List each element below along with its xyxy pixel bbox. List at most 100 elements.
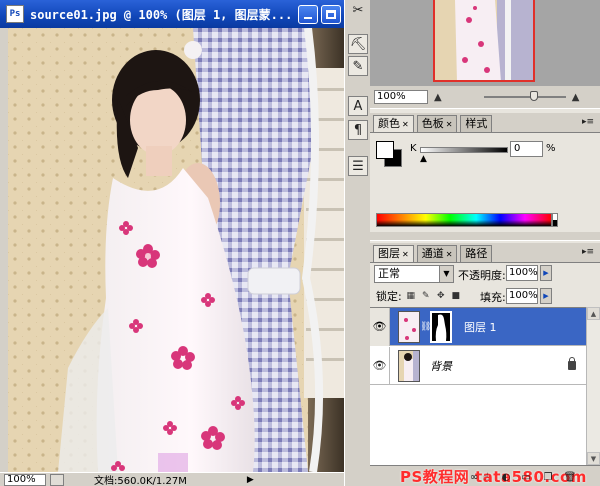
new-layer-icon[interactable]: ❐ — [542, 471, 554, 483]
minimize-button[interactable] — [298, 4, 318, 24]
background-thumb-image — [399, 350, 419, 381]
hand-cursor-icon: ☝ — [482, 471, 490, 483]
stamp-icon[interactable]: ⛏ — [348, 34, 368, 54]
zoom-slider-knob[interactable] — [529, 91, 538, 101]
layer-1-thumbnail[interactable] — [398, 310, 420, 343]
layer-list: 👁 ⛓ 图层 1 👁 背景 — [370, 307, 586, 465]
layer-row-background[interactable]: 👁 背景 — [370, 346, 586, 385]
tab-swatches[interactable]: 色板 ✕ — [416, 115, 458, 132]
link-column — [390, 308, 396, 346]
k-channel-slider[interactable] — [420, 147, 508, 153]
layer-name[interactable]: 图层 1 — [464, 319, 497, 335]
layer-list-scrollbar[interactable]: ▲ ▼ — [586, 307, 600, 465]
lock-icon — [568, 357, 576, 370]
zoom-out-mountain-icon[interactable]: ▲ — [434, 92, 442, 103]
notes-icon[interactable]: ☰ — [348, 156, 368, 176]
navigator-zoom-slider[interactable] — [483, 91, 566, 101]
panel-menu-icon[interactable]: ▸≡ — [582, 247, 594, 257]
navigator-view-box[interactable] — [433, 0, 535, 82]
close-tab-icon[interactable]: ✕ — [446, 250, 453, 259]
foreground-color-swatch[interactable] — [376, 141, 394, 159]
minimize-icon — [304, 17, 312, 19]
layers-panel: 图层 ✕ 通道 ✕ 路径 ▸≡ 正常 ▼ 不透明度: 100% ▶ 锁定: ▦ ✎ … — [370, 240, 600, 486]
document-size-info: 文档:560.0K/1.27M — [94, 476, 187, 486]
layers-panel-tabs: 图层 ✕ 通道 ✕ 路径 ▸≡ — [370, 243, 600, 263]
history-brush-icon[interactable]: ✎ — [348, 56, 368, 76]
type-icon[interactable]: A — [348, 96, 368, 116]
site-watermark: PS教程网 tata580.com — [400, 468, 587, 486]
blend-mode-select[interactable]: 正常 ▼ — [374, 265, 454, 283]
close-tab-icon[interactable]: ✕ — [446, 120, 453, 129]
delete-layer-icon[interactable]: 🗑 — [564, 471, 577, 483]
color-panel-tabs: 颜色 ✕ 色板 ✕ 样式 ▸≡ — [370, 113, 600, 133]
black-white-ramp[interactable] — [552, 213, 558, 227]
opacity-arrow-icon[interactable]: ▶ — [540, 265, 552, 281]
tab-styles[interactable]: 样式 — [460, 115, 493, 132]
maximize-icon — [326, 9, 336, 19]
color-panel: 颜色 ✕ 色板 ✕ 样式 ▸≡ K ▲ 0 % — [370, 108, 600, 232]
background-thumbnail[interactable] — [398, 349, 420, 382]
scroll-up-icon[interactable]: ▲ — [587, 307, 600, 320]
fill-input[interactable]: 100% — [506, 288, 538, 304]
navigator-preview[interactable] — [370, 0, 600, 86]
fill-arrow-icon[interactable]: ▶ — [540, 288, 552, 304]
photoshop-doc-icon: Ps — [6, 5, 24, 23]
visibility-eye-icon[interactable]: 👁 — [370, 307, 390, 346]
navigator-zoom-field[interactable]: 100% — [374, 90, 428, 104]
layer-options: 正常 ▼ 不透明度: 100% ▶ 锁定: ▦ ✎ ✥ ■ 填充: 100% ▶ — [370, 263, 600, 305]
image-canvas[interactable] — [8, 28, 344, 472]
color-spectrum-ramp[interactable] — [376, 213, 552, 227]
opacity-label: 不透明度: — [458, 269, 506, 282]
mask-silhouette — [432, 312, 450, 341]
close-tab-icon[interactable]: ✕ — [402, 250, 409, 259]
lock-all-icon[interactable]: ■ — [450, 290, 462, 302]
chevron-down-icon[interactable]: ▼ — [439, 266, 453, 282]
adjustment-layer-icon[interactable]: ◐ — [500, 471, 512, 483]
lock-pixels-icon[interactable]: ✎ — [420, 290, 432, 302]
slider-triangle-icon[interactable]: ▲ — [420, 154, 427, 164]
lock-transparent-icon[interactable]: ▦ — [405, 290, 417, 302]
layer-row-layer-1[interactable]: 👁 ⛓ 图层 1 — [370, 307, 586, 346]
link-layers-icon[interactable]: ∞ — [468, 471, 480, 483]
mask-link-chain-icon[interactable]: ⛓ — [420, 322, 431, 332]
layer-1-thumb-image — [399, 311, 419, 342]
opacity-input[interactable]: 100% — [506, 265, 538, 281]
scissors-icon[interactable]: ✂ — [348, 0, 368, 20]
layers-footer: PS教程网 tata580.com ∞ ☝ ◐ ▭ ❐ 🗑 — [370, 465, 600, 486]
panel-menu-icon[interactable]: ▸≡ — [582, 117, 594, 127]
k-value-input[interactable]: 0 — [510, 141, 543, 157]
lock-label: 锁定: — [376, 290, 402, 303]
maximize-button[interactable] — [321, 4, 341, 24]
status-menu-arrow-icon[interactable]: ▶ — [247, 475, 254, 485]
zoom-in-mountain-icon[interactable]: ▲ — [572, 92, 580, 103]
navigator-controls: 100% ▲ ▲ — [370, 88, 600, 106]
document-title: source01.jpg @ 100% (图层 1, 图层蒙... — [30, 7, 293, 22]
tab-color[interactable]: 颜色 ✕ — [373, 115, 414, 132]
link-column — [390, 347, 396, 385]
new-group-icon[interactable]: ▭ — [520, 471, 532, 483]
lock-position-icon[interactable]: ✥ — [435, 290, 447, 302]
visibility-eye-icon[interactable]: 👁 — [370, 346, 390, 385]
toolbox-strip: ✂ ⛏ ✎ A ¶ ☰ — [344, 0, 370, 486]
document-window: Ps source01.jpg @ 100% (图层 1, 图层蒙... 100… — [0, 0, 344, 486]
status-nav-button[interactable] — [50, 473, 64, 486]
k-unit-label: % — [546, 143, 556, 154]
navigator-panel: 100% ▲ ▲ — [370, 0, 600, 108]
document-title-bar[interactable]: Ps source01.jpg @ 100% (图层 1, 图层蒙... — [0, 0, 344, 28]
tab-paths[interactable]: 路径 — [460, 245, 493, 262]
paragraph-icon[interactable]: ¶ — [348, 120, 368, 140]
fill-label: 填充: — [480, 291, 506, 304]
navigator-thumbnail — [435, 0, 533, 80]
document-zoom-field[interactable]: 100% — [4, 473, 46, 486]
tab-channels[interactable]: 通道 ✕ — [416, 245, 458, 262]
blend-mode-value: 正常 — [378, 267, 400, 280]
k-channel-label: K — [410, 143, 417, 154]
close-tab-icon[interactable]: ✕ — [402, 120, 409, 129]
tab-layers[interactable]: 图层 ✕ — [373, 245, 414, 262]
scroll-down-icon[interactable]: ▼ — [587, 452, 600, 465]
photoshop-workspace: Ps source01.jpg @ 100% (图层 1, 图层蒙... 100… — [0, 0, 600, 486]
panel-dock: 100% ▲ ▲ 颜色 ✕ 色板 ✕ 样式 ▸≡ K ▲ 0 % 图层 ✕ 通道… — [370, 0, 600, 486]
photo-woman-in-floral-dress — [8, 28, 344, 472]
layer-mask-thumbnail[interactable] — [430, 310, 452, 343]
layer-name[interactable]: 背景 — [430, 358, 452, 374]
